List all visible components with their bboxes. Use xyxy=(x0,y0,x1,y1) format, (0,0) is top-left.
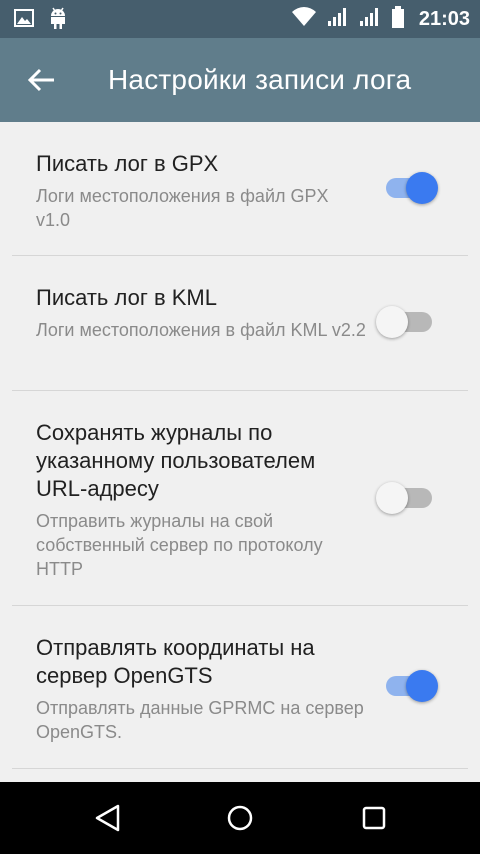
signal-icon xyxy=(359,7,381,32)
nav-back-button[interactable] xyxy=(88,800,128,836)
recents-square-icon xyxy=(354,806,394,840)
android-icon xyxy=(48,6,68,35)
arrow-back-icon xyxy=(22,68,62,102)
pref-summary: Логи местоположения в файл KML v2.2 xyxy=(36,320,366,340)
divider xyxy=(12,768,468,769)
battery-icon xyxy=(391,5,405,33)
switch-thumb xyxy=(406,670,438,702)
pref-title: Писать лог в KML xyxy=(36,285,217,310)
pref-summary: Отправлять данные GPRMC на сервер OpenGT… xyxy=(36,698,364,742)
switch-thumb xyxy=(376,306,408,338)
image-icon xyxy=(14,8,34,33)
page-title: Настройки записи лога xyxy=(108,64,412,95)
navigation-bar xyxy=(0,782,480,854)
back-triangle-icon xyxy=(88,804,128,840)
pref-title: Отправлять координаты на сервер OpenGTS xyxy=(36,635,315,688)
custom-url-toggle[interactable] xyxy=(376,478,440,518)
nav-home-button[interactable] xyxy=(220,800,260,836)
opengts-toggle[interactable] xyxy=(382,666,440,706)
status-bar: 21:03 xyxy=(0,0,480,38)
wifi-icon xyxy=(291,6,317,32)
screen: 21:03 Настройки записи лога Писать лог в… xyxy=(0,0,480,854)
pref-summary: Отправить журналы на свой собственный се… xyxy=(36,511,323,579)
pref-title: Сохранять журналы по указанному пользова… xyxy=(36,420,316,501)
kml-toggle[interactable] xyxy=(376,302,440,342)
back-button[interactable] xyxy=(22,62,62,98)
pref-opengts[interactable]: Отправлять координаты на сервер OpenGTS … xyxy=(0,606,480,768)
home-circle-icon xyxy=(220,805,260,840)
pref-write-gpx[interactable]: Писать лог в GPX Логи местоположения в ф… xyxy=(0,122,480,255)
signal-icon xyxy=(327,7,349,32)
nav-recents-button[interactable] xyxy=(354,800,394,836)
preferences-list: Писать лог в GPX Логи местоположения в ф… xyxy=(0,122,480,782)
status-time: 21:03 xyxy=(418,7,470,30)
gpx-toggle[interactable] xyxy=(382,168,440,208)
switch-thumb xyxy=(376,482,408,514)
pref-write-kml[interactable]: Писать лог в KML Логи местоположения в ф… xyxy=(0,256,480,390)
switch-thumb xyxy=(406,172,438,204)
toolbar: Настройки записи лога xyxy=(0,38,480,122)
pref-custom-url[interactable]: Сохранять журналы по указанному пользова… xyxy=(0,391,480,605)
pref-summary: Логи местоположения в файл GPX v1.0 xyxy=(36,186,329,230)
pref-title: Писать лог в GPX xyxy=(36,151,219,176)
